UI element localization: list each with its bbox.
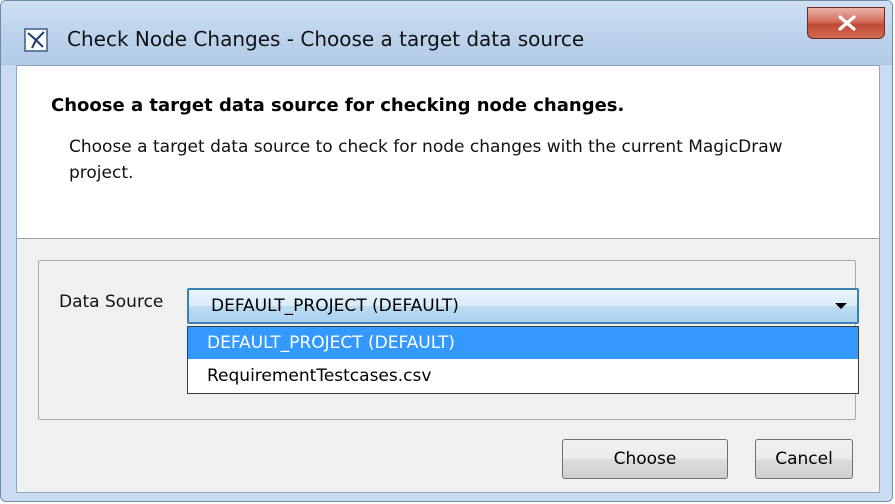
close-x-icon: [838, 15, 856, 31]
cancel-button[interactable]: Cancel: [755, 439, 853, 479]
data-source-selected-value: DEFAULT_PROJECT (DEFAULT): [211, 296, 459, 316]
chevron-down-icon[interactable]: [835, 303, 847, 309]
dialog-window: Check Node Changes - Choose a target dat…: [0, 0, 893, 502]
dialog-body: Choose a target data source for checking…: [16, 65, 880, 493]
header-title: Choose a target data source for checking…: [51, 95, 625, 116]
title-bar[interactable]: Check Node Changes - Choose a target dat…: [1, 1, 892, 65]
header-panel: Choose a target data source for checking…: [17, 66, 879, 239]
magicdraw-app-icon: [24, 28, 48, 52]
data-source-dropdown-list: DEFAULT_PROJECT (DEFAULT) RequirementTes…: [187, 326, 859, 394]
data-source-combobox[interactable]: DEFAULT_PROJECT (DEFAULT): [187, 288, 859, 324]
dropdown-option-requirement-testcases[interactable]: RequirementTestcases.csv: [188, 360, 858, 392]
close-button[interactable]: [807, 7, 885, 39]
header-description: Choose a target data source to check for…: [69, 137, 783, 183]
dropdown-option-default-project[interactable]: DEFAULT_PROJECT (DEFAULT): [188, 327, 858, 359]
window-title: Check Node Changes - Choose a target dat…: [67, 27, 585, 51]
choose-button[interactable]: Choose: [562, 439, 728, 479]
data-source-label: Data Source: [59, 292, 164, 312]
